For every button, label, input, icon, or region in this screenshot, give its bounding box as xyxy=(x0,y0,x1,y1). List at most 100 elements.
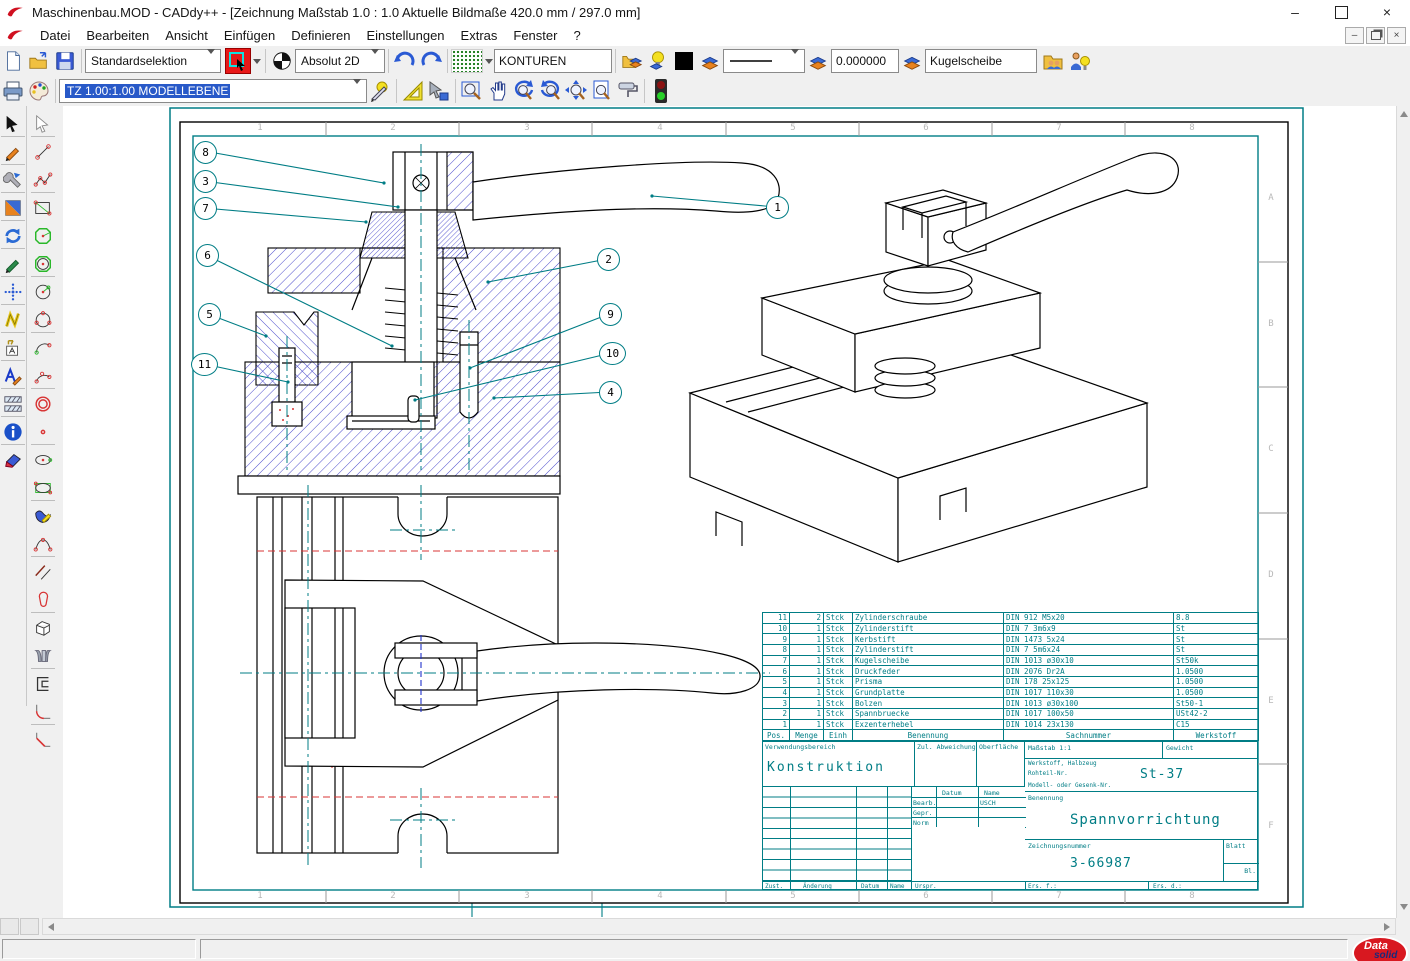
menu-hilfe[interactable]: ? xyxy=(565,26,588,45)
mdi-close-button[interactable]: × xyxy=(1387,27,1406,44)
color-palette-button[interactable] xyxy=(26,78,52,104)
scale-level-combo[interactable]: TZ 1.00:1.00 MODELLEBENE xyxy=(59,79,367,103)
tool-parallel[interactable] xyxy=(31,560,55,584)
scroll-left-icon[interactable] xyxy=(48,923,54,931)
layers-icon xyxy=(807,50,829,72)
tool-contour[interactable] xyxy=(31,672,55,696)
tool-circle-3pt[interactable] xyxy=(31,308,55,333)
new-file-button[interactable] xyxy=(0,48,26,74)
grid-dropdown[interactable] xyxy=(483,49,494,73)
selection-tool-dropdown[interactable] xyxy=(251,49,262,73)
tool-regenerate[interactable] xyxy=(1,224,25,249)
pen-settings-button[interactable] xyxy=(367,78,393,104)
layer-visibility-button[interactable] xyxy=(645,48,671,74)
close-button[interactable]: × xyxy=(1364,0,1410,24)
zoom-all-button[interactable] xyxy=(563,78,589,104)
tool-text[interactable] xyxy=(1,364,25,389)
layer-folder-button[interactable] xyxy=(619,48,645,74)
tool-chamfer[interactable] xyxy=(31,728,55,752)
tool-polyline-edit[interactable] xyxy=(1,308,25,333)
tool-arc-3pt[interactable] xyxy=(31,364,55,389)
tool-draw[interactable] xyxy=(1,140,25,165)
view-tab-button-1[interactable] xyxy=(0,918,19,935)
selection-mode-dropdown[interactable]: Standardselektion xyxy=(85,49,221,73)
redo-button[interactable] xyxy=(418,48,444,74)
menu-datei[interactable]: Datei xyxy=(32,26,78,45)
tool-rectangle[interactable] xyxy=(31,196,55,220)
part-name-input[interactable] xyxy=(925,49,1037,73)
tool-ellipse-box[interactable] xyxy=(31,476,55,501)
scroll-up-icon[interactable] xyxy=(1400,111,1408,117)
tool-slot[interactable] xyxy=(31,588,55,613)
menu-ansicht[interactable]: Ansicht xyxy=(157,26,216,45)
zoom-next-button[interactable] xyxy=(537,78,563,104)
mdi-restore-button[interactable] xyxy=(1366,27,1385,44)
menu-extras[interactable]: Extras xyxy=(453,26,506,45)
linestyle-layer-button[interactable] xyxy=(805,48,831,74)
tool-polygon-inscribed[interactable] xyxy=(31,252,55,277)
tool-fillet[interactable] xyxy=(31,700,55,725)
origin-icon xyxy=(271,50,293,72)
grid-button[interactable] xyxy=(451,49,483,73)
redraw-button[interactable] xyxy=(615,78,641,104)
tool-info[interactable] xyxy=(1,420,25,445)
tool-select-alt[interactable] xyxy=(31,112,55,137)
zoom-previous-button[interactable] xyxy=(511,78,537,104)
tool-erase[interactable] xyxy=(1,448,25,472)
undo-button[interactable] xyxy=(392,48,418,74)
tool-donut[interactable] xyxy=(31,392,55,416)
layer-name-input[interactable] xyxy=(494,49,612,73)
selection-tool-button[interactable] xyxy=(225,48,251,74)
tool-line[interactable] xyxy=(31,140,55,164)
tool-label[interactable] xyxy=(1,336,25,361)
tool-transform[interactable] xyxy=(1,196,25,221)
maximize-button[interactable] xyxy=(1318,0,1364,24)
pick-element-button[interactable] xyxy=(426,78,452,104)
menu-bearbeiten[interactable]: Bearbeiten xyxy=(78,26,157,45)
tool-ellipse[interactable] xyxy=(31,448,55,472)
zoom-window-button[interactable] xyxy=(459,78,485,104)
view-tab-button-2[interactable] xyxy=(20,918,39,935)
mdi-minimize-button[interactable]: – xyxy=(1345,27,1364,44)
scroll-down-icon[interactable] xyxy=(1400,904,1408,910)
angle-layer-button[interactable] xyxy=(899,48,925,74)
tool-pages[interactable] xyxy=(31,644,55,669)
origin-button[interactable] xyxy=(269,48,295,74)
minimize-button[interactable]: – xyxy=(1272,0,1318,24)
tool-arc[interactable] xyxy=(31,336,55,360)
measure-button[interactable] xyxy=(400,78,426,104)
group-folder-button[interactable] xyxy=(1041,48,1067,74)
tool-spline[interactable] xyxy=(31,532,55,557)
line-style-dropdown[interactable] xyxy=(723,49,805,73)
tool-edit-green[interactable] xyxy=(1,252,25,277)
tool-box-3d[interactable] xyxy=(31,616,55,640)
menu-einstellungen[interactable]: Einstellungen xyxy=(358,26,452,45)
menu-fenster[interactable]: Fenster xyxy=(505,26,565,45)
open-file-button[interactable] xyxy=(26,48,52,74)
zoom-page-button[interactable] xyxy=(589,78,615,104)
tool-modify[interactable] xyxy=(1,168,25,193)
coordinate-mode-dropdown[interactable]: Absolut 2D xyxy=(295,49,385,73)
user-info-button[interactable] xyxy=(1067,48,1093,74)
scroll-right-icon[interactable] xyxy=(1384,923,1390,931)
color-layer-button[interactable] xyxy=(697,48,723,74)
tool-select[interactable] xyxy=(1,112,25,137)
tool-freehand[interactable] xyxy=(31,504,55,528)
active-color-swatch[interactable] xyxy=(671,48,697,74)
save-button[interactable] xyxy=(52,48,78,74)
tool-polyline[interactable] xyxy=(31,168,55,193)
part-row: 112StckZylinderschraubeDIN 912 M5x208.8 xyxy=(763,613,1259,624)
tool-point[interactable] xyxy=(31,420,55,445)
pan-button[interactable] xyxy=(485,78,511,104)
tool-polygon[interactable] xyxy=(31,224,55,248)
status-traffic-light[interactable] xyxy=(648,78,674,104)
tool-hatch[interactable] xyxy=(1,392,25,417)
tool-snap-grid[interactable] xyxy=(1,280,25,305)
angle-value-input[interactable] xyxy=(831,49,899,73)
tool-circle-radius[interactable] xyxy=(31,280,55,304)
vertical-scrollbar[interactable] xyxy=(1396,106,1410,918)
menu-einfuegen[interactable]: Einfügen xyxy=(216,26,283,45)
print-button[interactable] xyxy=(0,78,26,104)
menu-definieren[interactable]: Definieren xyxy=(283,26,358,45)
horizontal-scrollbar[interactable] xyxy=(42,918,1396,935)
